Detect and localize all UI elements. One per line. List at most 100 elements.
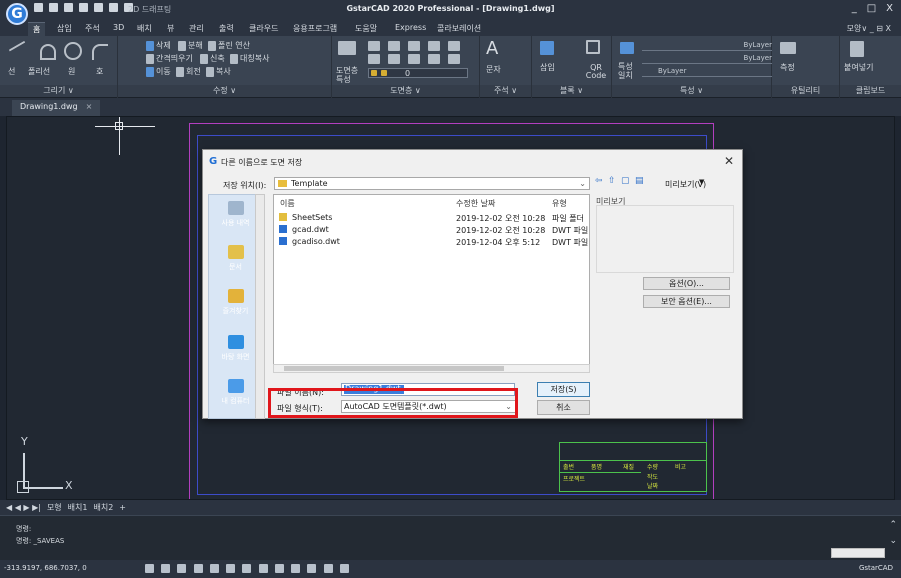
views-icon[interactable]: ▤ [635,176,644,186]
match-properties-label[interactable]: 특성 일치 [618,62,638,80]
tab-model[interactable]: 모형 [47,502,62,513]
tab-3d[interactable]: 3D [108,22,129,33]
up-folder-icon[interactable]: ⇧ [608,176,616,186]
ribbon-options[interactable]: 모양∨ _ ⊟ X [847,23,891,34]
place-computer[interactable]: 내 컴퓨터 [213,379,258,406]
back-icon[interactable]: ⇦ [595,176,603,186]
mirror-label[interactable]: 대칭복사 [240,53,269,64]
layer-tool-icon[interactable] [408,41,420,51]
stretch-label[interactable]: 신축 [210,53,225,64]
move-icon[interactable] [146,67,154,77]
ortho-icon[interactable] [177,564,187,573]
panel-properties-label[interactable]: 특성 ∨ [612,85,771,97]
quickprops-icon[interactable] [274,564,284,573]
text-icon[interactable]: A [486,38,498,59]
column-header-type[interactable]: 유형 [552,198,567,209]
layer-tool-icon[interactable] [368,41,380,51]
move-label[interactable]: 이동 [156,66,171,77]
preview-dropdown-icon[interactable]: ▼ [699,178,704,186]
panel-draw-label[interactable]: 그리기 ∨ [0,85,117,97]
paste-label[interactable]: 붙여넣기 [844,62,873,73]
file-row[interactable]: gcadiso.dwt 2019-12-04 오후 5:12 DWT 파일 [274,237,588,249]
circle-icon[interactable] [64,42,82,60]
dyn-icon[interactable] [258,564,268,573]
copy-label[interactable]: 복사 [216,66,231,77]
panel-annotation-label[interactable]: 주석 ∨ [480,85,531,97]
file-row[interactable]: SheetSets 2019-12-02 오전 10:28 파일 폴더 [274,213,584,225]
measure-label[interactable]: 측정 [780,62,795,73]
horizontal-scrollbar[interactable] [831,548,885,558]
panel-modify-label[interactable]: 수정 ∨ [118,85,331,97]
offset-icon[interactable] [146,54,154,64]
file-row[interactable]: gcad.dwt 2019-12-02 오전 10:28 DWT 파일 [274,225,588,237]
tab-insert[interactable]: 삽입 [52,22,77,35]
line-icon[interactable] [8,40,34,66]
copy-icon[interactable] [206,67,214,77]
panel-utilities-label[interactable]: 유틸리티 [772,85,839,97]
rotate-label[interactable]: 회전 [186,66,201,77]
panel-clipboard-label[interactable]: 클립보드 [840,85,901,97]
measure-icon[interactable] [780,42,796,54]
tab-annotate[interactable]: 주석 [80,22,105,35]
explode-icon[interactable] [178,41,186,51]
layer-tool-icon[interactable] [428,54,440,64]
tab-express[interactable]: Express [390,22,431,33]
grid-icon[interactable] [145,564,154,573]
layer-tool-icon[interactable] [428,41,440,51]
stretch-icon[interactable] [200,54,208,64]
place-documents[interactable]: 문서 [213,245,258,272]
tab-layout2[interactable]: 배치2 [93,502,113,513]
close-tab-icon[interactable]: × [86,102,93,111]
otrack-icon[interactable] [226,564,236,573]
erase-label[interactable]: 삭제 [156,40,171,51]
new-folder-icon[interactable]: ▢ [621,176,630,186]
tab-home[interactable]: 홈 [28,22,46,36]
column-header-name[interactable]: 이름 [280,198,295,209]
osnap-icon[interactable] [209,564,219,573]
tab-manage[interactable]: 관리 [184,22,209,35]
tab-layout[interactable]: 배치 [132,22,157,35]
match-properties-icon[interactable] [620,42,634,54]
lineweight-icon[interactable] [242,564,252,573]
maximize-icon[interactable]: □ [867,3,876,14]
text-label[interactable]: 문자 [486,64,501,75]
panel-block-label[interactable]: 블록 ∨ [532,85,611,97]
tab-cloud[interactable]: 클라우드 [244,22,283,35]
scroll-down-icon[interactable]: ⌄ [889,536,897,546]
tab-help[interactable]: 도움말 [350,22,382,35]
command-window[interactable]: 명령: 명령: _SAVEAS ⌃ ⌄ [0,515,901,560]
layer-tool-icon[interactable] [448,54,460,64]
layer-tool-icon[interactable] [388,41,400,51]
explode-label[interactable]: 분해 [188,40,203,51]
layer-tool-icon[interactable] [448,41,460,51]
boolean-icon[interactable] [208,41,216,51]
polar-icon[interactable] [193,564,203,573]
rotate-icon[interactable] [176,67,184,77]
file-list-scrollbar[interactable] [273,364,590,373]
lineweight-select[interactable]: ByLayer [642,67,772,77]
annotation-scale-icon[interactable] [291,564,301,573]
scroll-thumb[interactable] [284,366,504,371]
options-button[interactable]: 옵션(O)... [643,277,730,290]
add-layout-icon[interactable]: + [119,503,126,512]
file-list[interactable]: 이름 수정한 날짜 유형 SheetSets 2019-12-02 오전 10:… [273,194,590,372]
arc-icon[interactable] [92,44,108,60]
app-logo-icon[interactable]: G [6,3,28,25]
layer-tool-icon[interactable] [388,54,400,64]
scroll-up-icon[interactable]: ⌃ [889,520,897,530]
workspace-icon[interactable] [307,564,317,573]
tab-collaboration[interactable]: 콜라보레이션 [432,22,486,35]
erase-icon[interactable] [146,41,154,51]
layer-tool-icon[interactable] [368,54,380,64]
panel-layers-label[interactable]: 도면층 ∨ [332,85,479,97]
security-options-button[interactable]: 보안 옵션(E)... [643,295,730,308]
tab-view[interactable]: 뷰 [162,22,179,35]
polyline-icon[interactable] [40,44,56,60]
place-desktop[interactable]: 바탕 화면 [213,335,258,362]
isolate-icon[interactable] [323,564,333,573]
paste-icon[interactable] [850,41,864,57]
fullscreen-icon[interactable] [339,564,349,573]
save-in-select[interactable]: Template ⌄ [274,177,590,190]
tab-layout1[interactable]: 배치1 [68,502,88,513]
close-icon[interactable]: X [886,3,893,14]
